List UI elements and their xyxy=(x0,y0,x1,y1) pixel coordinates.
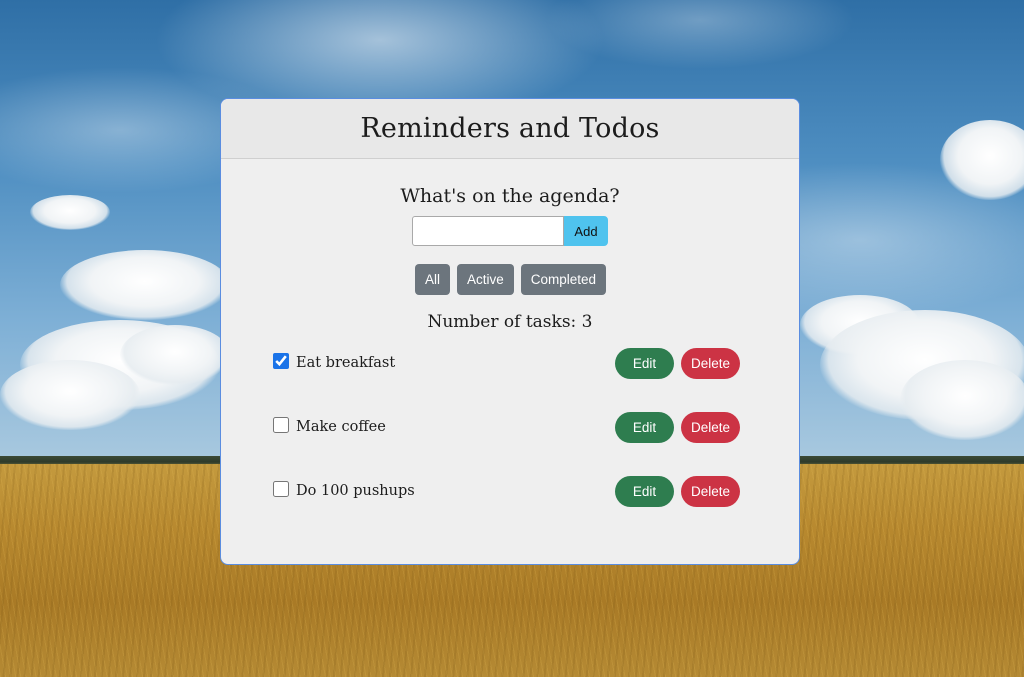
cloud xyxy=(60,250,230,320)
task-label: Make coffee xyxy=(296,419,386,435)
task-item: Do 100 pushups Edit Delete xyxy=(273,476,740,509)
task-checkbox[interactable] xyxy=(273,417,289,433)
filter-all-button[interactable]: All xyxy=(415,264,451,295)
edit-button[interactable]: Edit xyxy=(615,476,674,507)
task-input[interactable] xyxy=(412,216,564,246)
cloud xyxy=(900,360,1024,440)
edit-button[interactable]: Edit xyxy=(615,348,674,379)
delete-button[interactable]: Delete xyxy=(681,412,740,443)
delete-button[interactable]: Delete xyxy=(681,476,740,507)
page-title: Reminders and Todos xyxy=(360,113,660,144)
filter-completed-button[interactable]: Completed xyxy=(520,264,607,295)
todo-card: Reminders and Todos What's on the agenda… xyxy=(220,98,800,565)
task-actions: Edit Delete xyxy=(615,348,740,379)
edit-button[interactable]: Edit xyxy=(615,412,674,443)
filter-buttons: All Active Completed xyxy=(415,264,607,295)
task-label: Eat breakfast xyxy=(296,355,396,371)
add-button[interactable]: Add xyxy=(564,216,608,246)
task-checkbox[interactable] xyxy=(273,353,289,369)
task-label: Do 100 pushups xyxy=(296,483,415,499)
cloud xyxy=(30,195,110,230)
cloud xyxy=(120,325,230,385)
delete-button[interactable]: Delete xyxy=(681,348,740,379)
cloud xyxy=(0,360,140,430)
task-count: Number of tasks: 3 xyxy=(427,312,593,332)
task-list: Eat breakfast Edit Delete Make coffee Ed… xyxy=(273,348,740,540)
task-item: Eat breakfast Edit Delete xyxy=(273,348,740,381)
task-item: Make coffee Edit Delete xyxy=(273,412,740,445)
filter-active-button[interactable]: Active xyxy=(457,264,514,295)
task-actions: Edit Delete xyxy=(615,476,740,507)
card-header: Reminders and Todos xyxy=(221,99,799,159)
add-task-form: Add xyxy=(412,216,608,246)
task-checkbox[interactable] xyxy=(273,481,289,497)
agenda-prompt: What's on the agenda? xyxy=(400,185,620,207)
task-actions: Edit Delete xyxy=(615,412,740,443)
